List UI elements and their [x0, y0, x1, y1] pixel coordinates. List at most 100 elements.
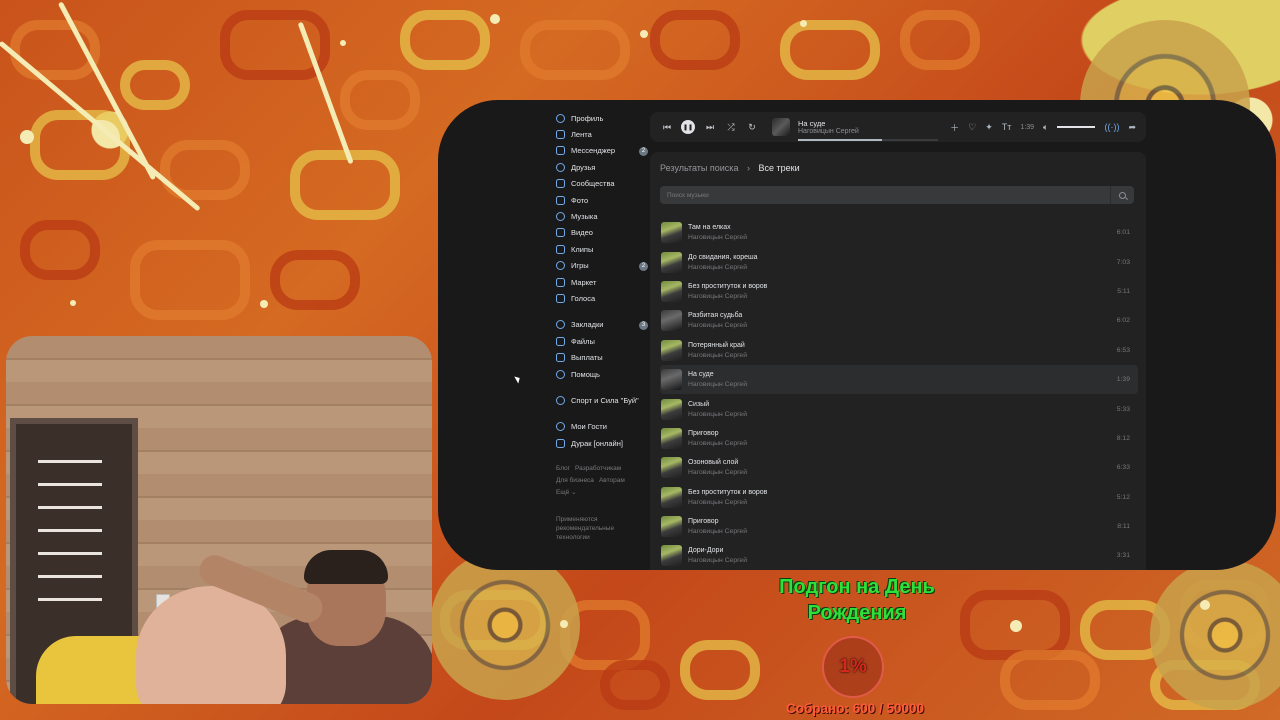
background-paint-splatter [1010, 620, 1022, 632]
similar-icon[interactable]: ✦ [985, 122, 993, 133]
track-cover[interactable] [661, 251, 682, 273]
pause-icon[interactable]: ❚❚ [681, 120, 695, 134]
sidebar-item[interactable]: Голоса [556, 290, 648, 306]
now-playing-artist[interactable]: Наговицын Сергей [798, 128, 938, 135]
track-duration: 7:03 [1116, 258, 1130, 266]
background-pattern-shape [340, 70, 420, 130]
track-row[interactable]: Приговор Наговицын Сергей 8:11 [660, 512, 1138, 541]
sidebar-item[interactable]: Выплаты [556, 349, 648, 365]
app-cards-icon [556, 438, 565, 448]
track-artist[interactable]: Наговицын Сергей [688, 292, 767, 301]
track-cover[interactable] [661, 427, 682, 449]
track-artist[interactable]: Наговицын Сергей [688, 527, 747, 536]
track-cover[interactable] [661, 280, 682, 302]
sidebar-item-label: Музыка [571, 212, 598, 222]
sidebar-item[interactable]: Музыка [556, 208, 648, 224]
track-row[interactable]: На суде Наговицын Сергей 1:39 [660, 364, 1138, 395]
track-artist[interactable]: Наговицын Сергей [688, 380, 747, 389]
progress-bar[interactable] [798, 139, 938, 141]
footer-link[interactable]: Авторам [599, 477, 625, 484]
music-search-input[interactable] [660, 191, 1110, 199]
track-row[interactable]: Без проституток и воров Наговицын Сергей 5… [660, 483, 1138, 512]
news-icon [556, 130, 565, 140]
track-cover[interactable] [661, 339, 682, 361]
track-row[interactable]: Озоновый слой Наговицын Сергей 6:33 [660, 453, 1138, 482]
footer-link[interactable]: Разработчикам [575, 465, 621, 472]
track-cover[interactable] [661, 398, 682, 420]
footer-link[interactable]: Блог [556, 465, 570, 472]
breadcrumb: Результаты поиска › Все треки [660, 163, 800, 173]
shuffle-icon[interactable]: ⤮ [724, 122, 738, 133]
footer-link[interactable]: Ещё ⌄ [556, 489, 577, 496]
track-artist[interactable]: Наговицын Сергей [688, 263, 758, 272]
track-duration: 3:31 [1116, 552, 1130, 560]
track-artist[interactable]: Наговицын Сергей [688, 351, 747, 360]
sidebar-item[interactable]: Спорт и Сила "Буй" [556, 392, 648, 408]
track-row[interactable]: Дори-Дори Наговицын Сергей 3:31 [660, 541, 1138, 570]
track-row[interactable]: Разбитая судьба Наговицын Сергей 6:02 [660, 306, 1138, 335]
share-icon[interactable]: ➦ [1128, 122, 1136, 133]
volume-icon[interactable]: 🔈︎ [1043, 122, 1048, 133]
search-button[interactable] [1110, 186, 1134, 204]
track-artist[interactable]: Наговицын Сергей [688, 498, 767, 507]
track-artist[interactable]: Наговицын Сергей [688, 321, 747, 330]
track-title: Без проституток и воров [688, 282, 768, 290]
sidebar-item[interactable]: Файлы [556, 333, 648, 349]
background-paint-splatter [800, 20, 807, 27]
footer-link[interactable]: Для бизнеса [556, 477, 594, 484]
volume-slider[interactable] [1057, 126, 1096, 128]
track-cover[interactable] [661, 486, 682, 508]
track-row[interactable]: До свидания, кореша Наговицын Сергей 7:03 [660, 247, 1138, 276]
track-artist[interactable]: Наговицын Сергей [688, 410, 747, 419]
repeat-icon[interactable]: ↻ [745, 122, 759, 133]
sidebar-footer: Блог Разработчикам Для бизнеса Авторам Ещё ⌄ [556, 463, 648, 499]
sidebar-item[interactable]: Закладки 3 [556, 317, 648, 333]
sidebar-item[interactable]: Лента [556, 126, 648, 142]
lyrics-icon[interactable]: Тт [1002, 122, 1012, 132]
track-artist[interactable]: Наговицын Сергей [688, 556, 747, 565]
track-row[interactable]: Приговор Наговицын Сергей 8:12 [660, 424, 1138, 453]
sidebar-item[interactable]: Видео [556, 225, 648, 241]
add-icon[interactable]: ＋ [950, 121, 959, 134]
track-artist[interactable]: Наговицын Сергей [688, 439, 747, 448]
track-row[interactable]: Потерянный край Наговицын Сергей 6:53 [660, 336, 1138, 365]
sidebar-item[interactable]: Маркет [556, 274, 648, 290]
sidebar-item[interactable]: Помощь [556, 366, 648, 382]
track-row[interactable]: Там на елках Наговицын Сергей 6:01 [660, 218, 1138, 247]
sidebar-item[interactable]: Игры 2 [556, 258, 648, 274]
track-title: Разбитая судьба [688, 312, 743, 320]
background-pattern-shape [600, 660, 670, 710]
sidebar-item[interactable]: Мессенджер 2 [556, 143, 648, 159]
track-cover[interactable] [661, 545, 682, 567]
now-playing[interactable]: На суде Наговицын Сергей [798, 119, 938, 141]
track-cover[interactable] [661, 222, 682, 244]
track-cover[interactable] [661, 457, 682, 479]
sidebar-item[interactable]: Сообщества [556, 176, 648, 192]
sidebar-item[interactable]: Профиль [556, 110, 648, 126]
background-pattern-shape [780, 20, 880, 80]
now-playing-cover[interactable] [772, 118, 790, 136]
track-title: Сизый [688, 400, 710, 408]
track-artist[interactable]: Наговицын Сергей [688, 233, 747, 242]
prev-icon[interactable]: ⏮ [660, 122, 674, 133]
track-cover[interactable] [661, 369, 682, 391]
sidebar-item[interactable]: Клипы [556, 241, 648, 257]
track-info: На суде Наговицын Сергей [688, 370, 747, 389]
friends-icon [556, 162, 565, 172]
breadcrumb-search-results[interactable]: Результаты поиска [660, 163, 738, 173]
track-cover[interactable] [661, 310, 682, 332]
track-title: На суде [688, 371, 714, 379]
track-row[interactable]: Без проституток и воров Наговицын Сергей 5… [660, 277, 1138, 306]
sidebar-item[interactable]: Друзья [556, 159, 648, 175]
sidebar-item[interactable]: Мои Гости [556, 419, 648, 435]
broadcast-icon[interactable]: ((·)) [1104, 122, 1119, 132]
sidebar-item[interactable]: Дурак [онлайн] [556, 435, 648, 451]
next-icon[interactable]: ⏭ [703, 122, 717, 133]
track-cover[interactable] [661, 516, 682, 538]
sidebar-item[interactable]: Фото [556, 192, 648, 208]
track-info: Приговор Наговицын Сергей [688, 517, 747, 536]
track-row[interactable]: Сизый Наговицын Сергей 5:33 [660, 394, 1138, 423]
track-duration: 6:01 [1116, 229, 1130, 237]
dislike-icon[interactable]: ♡ [968, 122, 976, 133]
track-artist[interactable]: Наговицын Сергей [688, 468, 747, 477]
